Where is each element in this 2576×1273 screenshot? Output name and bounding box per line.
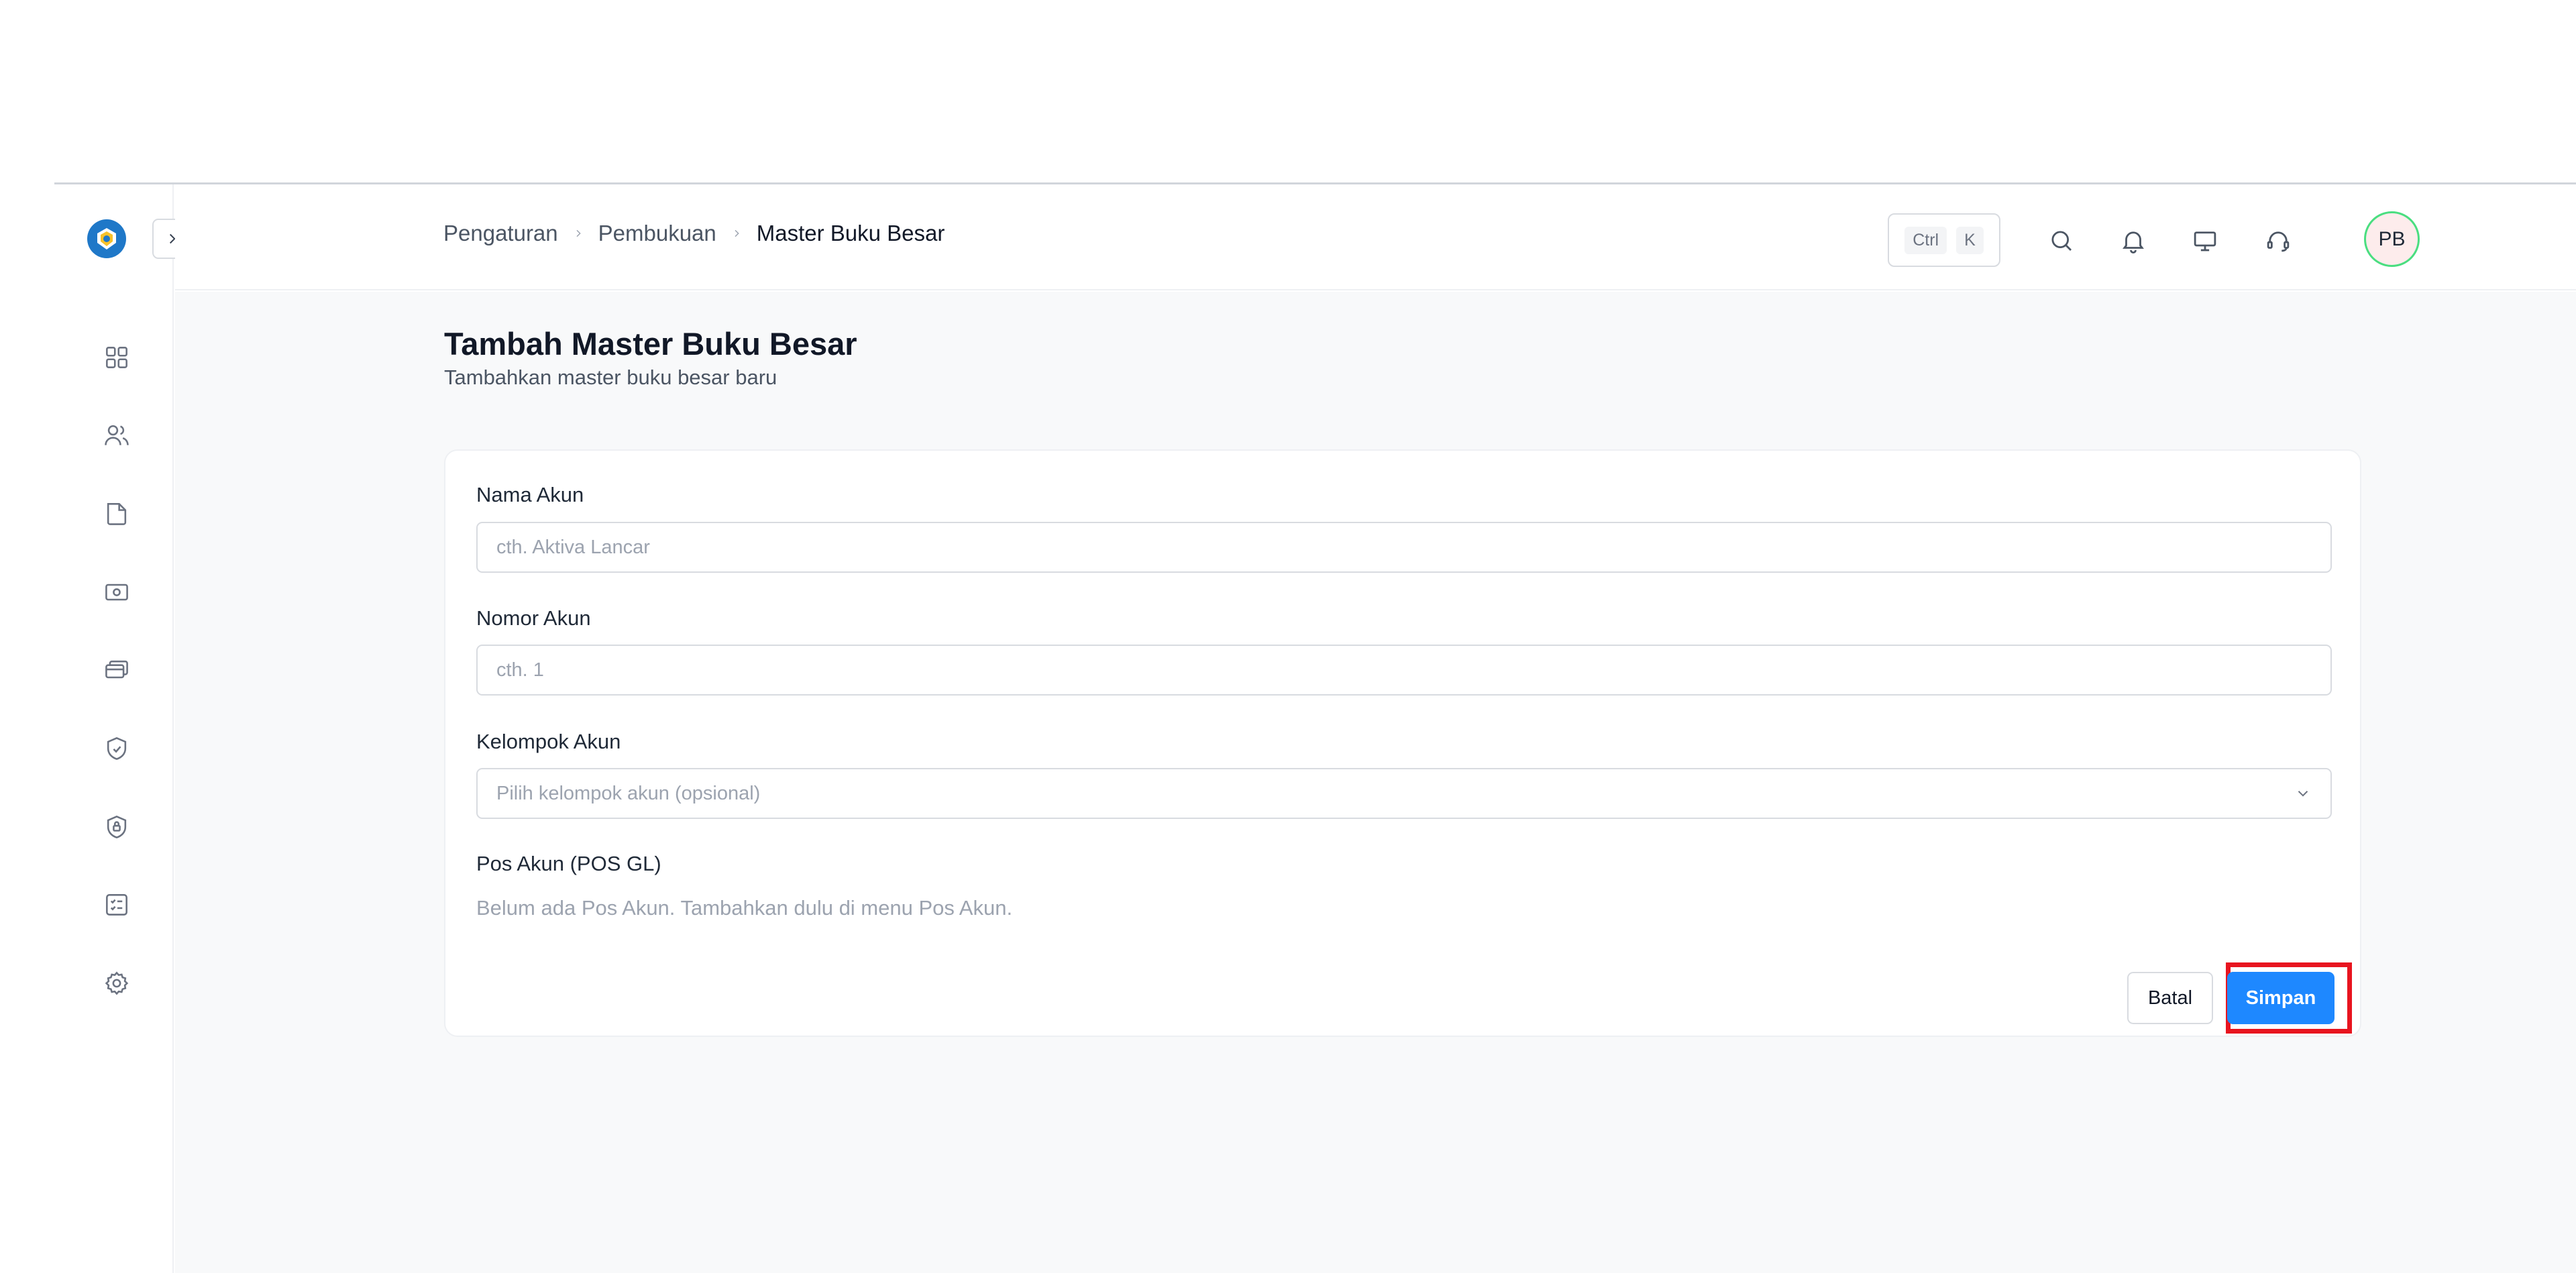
shield-icon xyxy=(107,737,127,760)
notifications-button[interactable] xyxy=(2117,225,2149,257)
account-number-input[interactable] xyxy=(476,645,2332,696)
account-group-label: Kelompok Akun xyxy=(476,730,621,753)
search-icon xyxy=(2051,231,2072,251)
page-subtitle: Tambahkan master buku besar baru xyxy=(444,366,777,389)
chevron-right-icon xyxy=(731,228,742,239)
account-number-label: Nomor Akun xyxy=(476,606,591,630)
command-palette-shortcut[interactable]: Ctrl K xyxy=(1888,213,2000,267)
checklist-icon xyxy=(106,894,127,916)
sidebar-item-cards[interactable] xyxy=(101,654,133,686)
sidebar-item-privacy[interactable] xyxy=(101,811,133,843)
top-header: Pengaturan Pembukuan Master Buku Besar C… xyxy=(175,184,2576,290)
breadcrumb: Pengaturan Pembukuan Master Buku Besar xyxy=(443,221,945,246)
folder-icon xyxy=(107,503,127,525)
account-name-label: Nama Akun xyxy=(476,483,584,506)
shortcut-key-ctrl: Ctrl xyxy=(1904,226,1947,254)
cash-icon xyxy=(105,584,128,601)
breadcrumb-item-bookkeeping[interactable]: Pembukuan xyxy=(598,221,716,246)
sidebar xyxy=(54,184,174,1273)
page-title: Tambah Master Buku Besar xyxy=(444,326,857,362)
breadcrumb-item-current: Master Buku Besar xyxy=(756,221,945,245)
app-logo[interactable] xyxy=(87,219,126,258)
sidebar-item-cash[interactable] xyxy=(101,576,133,608)
shortcut-key-k: K xyxy=(1956,226,1984,254)
account-post-label: Pos Akun (POS GL) xyxy=(476,852,661,875)
sidebar-item-settings[interactable] xyxy=(101,967,133,999)
sidebar-item-tasks[interactable] xyxy=(101,889,133,921)
account-group-select[interactable]: Pilih kelompok akun (opsional) xyxy=(476,768,2332,819)
chevron-right-icon xyxy=(573,228,584,239)
lock-icon xyxy=(107,816,127,838)
sidebar-item-users[interactable] xyxy=(101,419,133,451)
breadcrumb-item-settings[interactable]: Pengaturan xyxy=(443,221,558,246)
headset-icon xyxy=(2267,231,2290,252)
cancel-button[interactable]: Batal xyxy=(2127,972,2213,1024)
app-window: Pengaturan Pembukuan Master Buku Besar C… xyxy=(54,182,2576,1273)
account-name-input[interactable] xyxy=(476,522,2332,573)
ledger-form-card: Nama Akun Nomor Akun Kelompok Akun Pilih… xyxy=(444,449,2361,1037)
sidebar-item-dashboard[interactable] xyxy=(101,341,133,374)
users-icon xyxy=(105,425,129,445)
monitor-icon xyxy=(2194,231,2216,252)
search-button[interactable] xyxy=(2045,225,2078,257)
logo-emblem-icon xyxy=(97,228,116,250)
settings-icon xyxy=(105,971,129,995)
sidebar-item-documents[interactable] xyxy=(101,498,133,530)
support-button[interactable] xyxy=(2262,225,2294,257)
save-button[interactable]: Simpan xyxy=(2227,972,2334,1024)
display-button[interactable] xyxy=(2189,225,2221,257)
account-group-placeholder: Pilih kelompok akun (opsional) xyxy=(496,782,761,804)
cards-icon xyxy=(105,660,128,679)
chevron-down-icon xyxy=(2298,791,2308,797)
main-content: Tambah Master Buku Besar Tambahkan maste… xyxy=(175,292,2576,1273)
user-avatar[interactable]: PB xyxy=(2364,211,2420,267)
dashboard-icon xyxy=(106,347,127,368)
sidebar-item-security[interactable] xyxy=(101,732,133,765)
account-post-empty-message: Belum ada Pos Akun. Tambahkan dulu di me… xyxy=(476,896,1013,920)
bell-icon xyxy=(2123,231,2144,254)
